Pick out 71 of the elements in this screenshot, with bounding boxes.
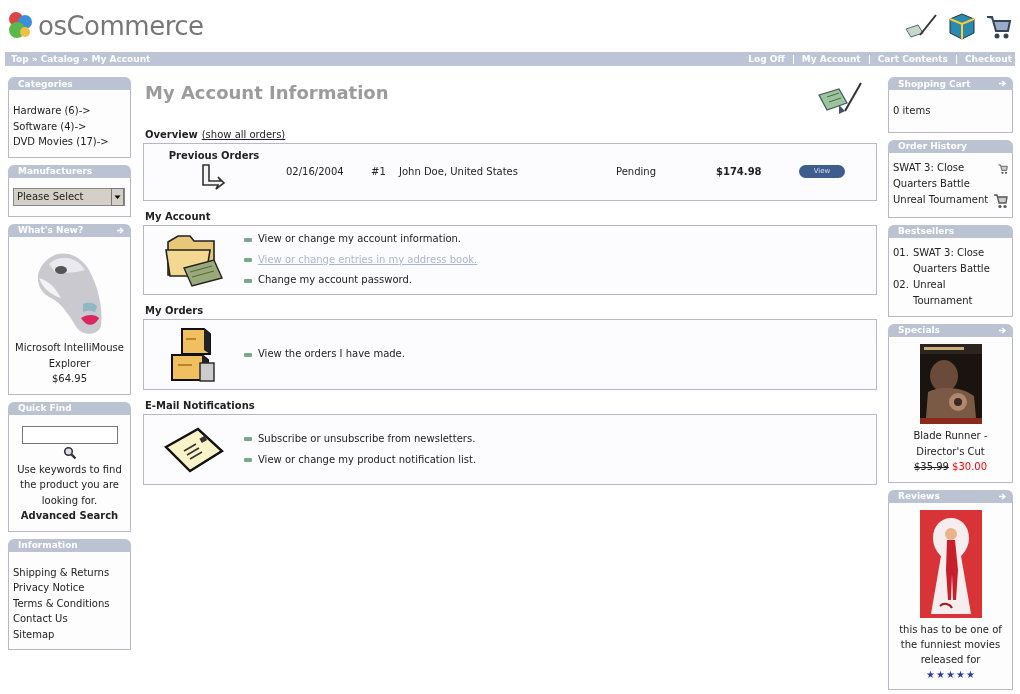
account-link[interactable]: View or change my account information. bbox=[258, 229, 462, 250]
account-link[interactable]: View or change my product notification list. bbox=[258, 449, 477, 470]
previous-orders-label: Previous Orders bbox=[168, 150, 260, 161]
order-history-link[interactable]: SWAT 3: Close Quarters Battle bbox=[893, 159, 997, 192]
box-title: Categories bbox=[18, 78, 73, 89]
sidebar-link[interactable]: Terms & Conditions bbox=[13, 597, 110, 609]
page-title: My Account Information bbox=[145, 82, 389, 103]
star-icon: ★ bbox=[956, 666, 965, 682]
order-total: $174.98 bbox=[716, 165, 763, 177]
show-all-orders-link[interactable]: (show all orders) bbox=[201, 129, 286, 140]
logo-text[interactable]: osCommerce bbox=[38, 11, 204, 41]
box-title: Quick Find bbox=[18, 403, 72, 413]
bullet-icon bbox=[244, 457, 252, 462]
advanced-search-link[interactable]: Advanced Search bbox=[20, 510, 119, 521]
search-hint: Use keywords to find the product you are looking for. bbox=[16, 462, 123, 508]
box-title: Bestsellers bbox=[898, 226, 955, 236]
box-title: Order History bbox=[898, 141, 967, 151]
section-heading: Overview bbox=[145, 129, 198, 140]
order-status: Pending bbox=[616, 165, 657, 177]
order-number: #1 bbox=[371, 165, 387, 177]
bullet-icon bbox=[244, 437, 252, 442]
bestseller-link[interactable]: Unreal Tournament bbox=[913, 276, 1008, 309]
section-heading: My Account bbox=[145, 211, 212, 222]
star-icon: ★ bbox=[965, 666, 975, 682]
sidebar-link[interactable]: Sitemap bbox=[13, 628, 55, 640]
account-link[interactable]: Subscribe or unsubscribe from newsletters. bbox=[258, 429, 476, 450]
review-text[interactable]: this has to be one of the funniest movies released for bbox=[893, 621, 1008, 667]
product-name[interactable]: Microsoft IntelliMouse Explorer bbox=[13, 340, 126, 371]
search-icon[interactable] bbox=[62, 445, 77, 460]
folder-icon bbox=[162, 232, 226, 288]
money-pen-icon bbox=[817, 81, 863, 117]
box-title: What's New? bbox=[18, 225, 84, 235]
star-icon: ★ bbox=[946, 666, 955, 682]
sidebar-link[interactable]: Shipping & Returns bbox=[13, 566, 110, 578]
box-title: Specials bbox=[898, 325, 940, 335]
cart-icon[interactable] bbox=[992, 191, 1008, 210]
section-heading: My Orders bbox=[145, 305, 205, 316]
order-customer: John Doe, United States bbox=[399, 165, 519, 177]
star-icon: ★ bbox=[936, 666, 945, 682]
product-price: $64.95 bbox=[51, 372, 88, 386]
bullet-icon bbox=[244, 352, 252, 357]
account-link[interactable]: Change my account password. bbox=[258, 270, 412, 291]
account-link[interactable]: View the orders I have made. bbox=[258, 344, 405, 365]
box-icon[interactable] bbox=[946, 11, 976, 41]
rank-number: 02. bbox=[893, 277, 910, 292]
order-date: 02/16/2004 bbox=[286, 165, 345, 177]
pen-icon[interactable] bbox=[904, 13, 938, 39]
box-title: Shopping Cart bbox=[898, 78, 971, 89]
old-price: $35.99 bbox=[913, 461, 949, 472]
bullet-icon bbox=[244, 258, 252, 262]
sidebar-link[interactable]: Contact Us bbox=[13, 613, 68, 624]
sidebar-link[interactable]: DVD Movies (17)-> bbox=[13, 136, 109, 147]
bullet-icon bbox=[244, 278, 252, 283]
rank-number: 01. bbox=[893, 245, 910, 260]
box-title: Manufacturers bbox=[18, 166, 93, 176]
product-name[interactable]: Blade Runner - Director's Cut bbox=[893, 428, 1008, 459]
order-history-link[interactable]: Unreal Tournament bbox=[893, 191, 989, 208]
bullet-icon bbox=[244, 237, 252, 242]
caret-icon[interactable] bbox=[111, 187, 124, 206]
select-field[interactable]: Please Select bbox=[13, 187, 125, 206]
bestseller-link[interactable]: SWAT 3: Close Quarters Battle bbox=[913, 244, 1008, 277]
search-field[interactable] bbox=[21, 425, 118, 444]
special-price: $30.00 bbox=[952, 461, 988, 472]
sidebar-link[interactable]: Hardware (6)-> bbox=[13, 105, 91, 116]
box-title: Reviews bbox=[898, 491, 940, 501]
cart-summary: 0 items bbox=[893, 104, 932, 118]
section-heading: E-Mail Notifications bbox=[145, 400, 256, 411]
sidebar-link[interactable]: Software (4)-> bbox=[13, 120, 87, 132]
box-title: Information bbox=[18, 540, 78, 550]
star-icon: ★ bbox=[926, 666, 936, 682]
sidebar-link[interactable]: Privacy Notice bbox=[13, 582, 85, 593]
